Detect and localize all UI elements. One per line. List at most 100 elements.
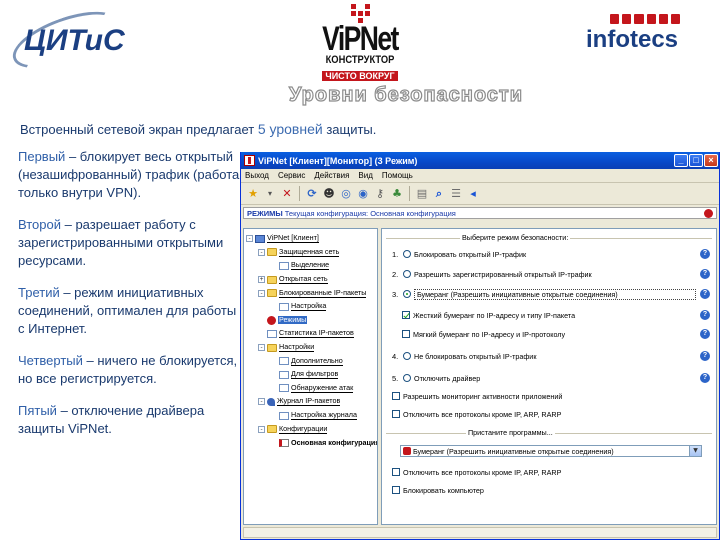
- horizontal-scrollbar[interactable]: [243, 527, 717, 538]
- chevron-down-icon[interactable]: ▼: [689, 446, 701, 456]
- menu-view[interactable]: Вид: [358, 171, 372, 180]
- minimize-button[interactable]: _: [674, 154, 688, 167]
- expand-icon[interactable]: +: [258, 276, 265, 284]
- network-icon[interactable]: ◎: [339, 187, 353, 201]
- menu-exit[interactable]: Выход: [245, 171, 269, 180]
- collapse-icon[interactable]: -: [246, 235, 253, 243]
- key-icon[interactable]: ⚷: [373, 187, 387, 201]
- dropdown-arrow-icon[interactable]: ▾: [263, 187, 277, 201]
- tree-item-label: Журнал IP-пакетов: [277, 396, 341, 407]
- help-icon[interactable]: ?: [700, 373, 710, 383]
- disable-protocols-checkbox[interactable]: [392, 410, 400, 418]
- collapse-icon[interactable]: -: [258, 344, 265, 352]
- help-icon[interactable]: ?: [700, 249, 710, 259]
- settings-gear-icon[interactable]: [704, 208, 713, 218]
- tree-item[interactable]: - Конфигурации: [246, 422, 377, 436]
- tree-item[interactable]: Режимы: [246, 314, 377, 328]
- tree-item[interactable]: Обнаружение атак: [246, 382, 377, 396]
- star-icon[interactable]: ★: [246, 187, 260, 201]
- page-icon: [267, 329, 277, 338]
- mode-5-option[interactable]: 5. Отключить драйвер?: [392, 371, 710, 385]
- app-monitoring-checkbox[interactable]: [392, 392, 400, 400]
- globe-icon[interactable]: ◉: [356, 187, 370, 201]
- menu-help[interactable]: Помощь: [382, 171, 413, 180]
- mode-4-radio[interactable]: [403, 352, 411, 360]
- mode-2-option[interactable]: 2. Разрешить зарегистрированный открытый …: [392, 267, 710, 281]
- help-icon[interactable]: ?: [700, 310, 710, 320]
- help-icon[interactable]: ?: [700, 329, 710, 339]
- window-titlebar[interactable]: ViPNet [Клиент][Монитор] (3 Режим) _ □ ×: [241, 152, 719, 169]
- hard-boomerang-option[interactable]: Жесткий бумеранг по IP-адресу и типу IP-…: [402, 308, 710, 322]
- tree-item[interactable]: - ViPNet [Клиент]: [246, 232, 377, 246]
- disable-protocols-option[interactable]: Отключить все протоколы кроме IP, ARP, R…: [392, 407, 710, 421]
- book-icon: [279, 438, 289, 447]
- tree-item[interactable]: - Блокированные IP-пакеты: [246, 286, 377, 300]
- tree-item[interactable]: Выделение: [246, 259, 377, 273]
- collapse-icon[interactable]: -: [258, 289, 265, 297]
- soft-boomerang-option[interactable]: Мягкий бумеранг по IP-адресу и IP-проток…: [402, 327, 710, 341]
- close-button[interactable]: ×: [704, 154, 718, 167]
- level-4-description: Четвертый – ничего не блокируется, но вс…: [18, 353, 238, 386]
- collapse-icon[interactable]: -: [258, 248, 265, 256]
- tree-item[interactable]: - Настройки: [246, 341, 377, 355]
- mode-label: РЕЖИМЫ: [247, 208, 283, 218]
- back-icon[interactable]: ◂: [466, 187, 480, 201]
- tree-icon[interactable]: ♣: [390, 187, 404, 201]
- tree-item[interactable]: Основная конфигурация: [246, 436, 377, 450]
- mode-3-option[interactable]: 3. Бумеранг (Разрешить инициативные откры…: [392, 287, 710, 301]
- apps-legend: Пристаните программы...: [466, 428, 555, 437]
- menu-bar: Выход Сервис Действия Вид Помощь: [241, 169, 719, 183]
- shield-icon: [267, 315, 276, 325]
- mode-3-radio[interactable]: [403, 290, 411, 298]
- tree-item[interactable]: - Журнал IP-пакетов: [246, 395, 377, 409]
- print-icon[interactable]: ▤: [415, 187, 429, 201]
- level-2-description: Второй – разрешает работу с зарегистриро…: [18, 217, 224, 268]
- block-computer-option[interactable]: Блокировать компьютер: [392, 483, 710, 497]
- tree-item-label: Для фильтров: [291, 369, 339, 380]
- security-settings-panel: Выберите режим безопасности: 1. Блокирова…: [381, 228, 717, 525]
- tree-item-label: Блокированные IP-пакеты: [279, 287, 367, 298]
- refresh-icon[interactable]: ⟳: [305, 187, 319, 201]
- collapse-icon[interactable]: -: [258, 425, 265, 433]
- pin-icon: [267, 397, 275, 406]
- help-icon[interactable]: ?: [700, 269, 710, 279]
- vipnet-logo-text: ViPNet: [322, 20, 399, 58]
- block-computer-checkbox[interactable]: [392, 486, 400, 494]
- maximize-button[interactable]: □: [689, 154, 703, 167]
- infotecs-logo: infotecs: [586, 14, 704, 58]
- mode-2-radio[interactable]: [403, 270, 411, 278]
- infotecs-bars-icon: [610, 14, 681, 24]
- mode-4-option[interactable]: 4. Не блокировать открытый IP-трафик?: [392, 349, 710, 363]
- collapse-icon[interactable]: -: [258, 398, 265, 406]
- tree-item[interactable]: Для фильтров: [246, 368, 377, 382]
- delete-icon[interactable]: ✕: [280, 187, 294, 201]
- tree-item[interactable]: Настройка: [246, 300, 377, 314]
- help-icon[interactable]: ?: [700, 289, 710, 299]
- list-icon[interactable]: ☰: [449, 187, 463, 201]
- intro-highlight: 5 уровней: [257, 121, 323, 137]
- tree-item[interactable]: Настройка журнала: [246, 409, 377, 423]
- help-icon[interactable]: ?: [700, 351, 710, 361]
- page-icon: [279, 302, 289, 311]
- disable-protocols-checkbox-2[interactable]: [392, 468, 400, 476]
- tree-item-label: Защищенная сеть: [279, 246, 340, 257]
- disable-protocols-option-2[interactable]: Отключить все протоколы кроме IP, ARP, R…: [392, 465, 710, 479]
- tree-item[interactable]: Статистика IP-пакетов: [246, 327, 377, 341]
- soft-boomerang-checkbox[interactable]: [402, 330, 410, 338]
- tree-item[interactable]: + Открытая сеть: [246, 273, 377, 287]
- mode-select-dropdown[interactable]: Бумеранг (Разрешить инициативные открыты…: [400, 445, 702, 457]
- tree-item-label: Конфигурации: [279, 423, 328, 434]
- hard-boomerang-checkbox[interactable]: [402, 311, 410, 319]
- infotecs-logo-text: infotecs: [586, 26, 679, 53]
- search-icon[interactable]: ⌕: [432, 187, 446, 201]
- menu-service[interactable]: Сервис: [278, 171, 305, 180]
- user-icon[interactable]: ☻: [322, 187, 336, 201]
- mode-5-radio[interactable]: [403, 374, 411, 382]
- tree-item[interactable]: Дополнительно: [246, 354, 377, 368]
- menu-actions[interactable]: Действия: [314, 171, 349, 180]
- mode-1-option[interactable]: 1. Блокировать открытый IP-трафик?: [392, 247, 710, 261]
- folder-icon: [267, 248, 277, 257]
- mode-1-radio[interactable]: [403, 250, 411, 258]
- app-monitoring-option[interactable]: Разрешить мониторинг активности приложен…: [392, 389, 710, 403]
- tree-item[interactable]: - Защищенная сеть: [246, 246, 377, 260]
